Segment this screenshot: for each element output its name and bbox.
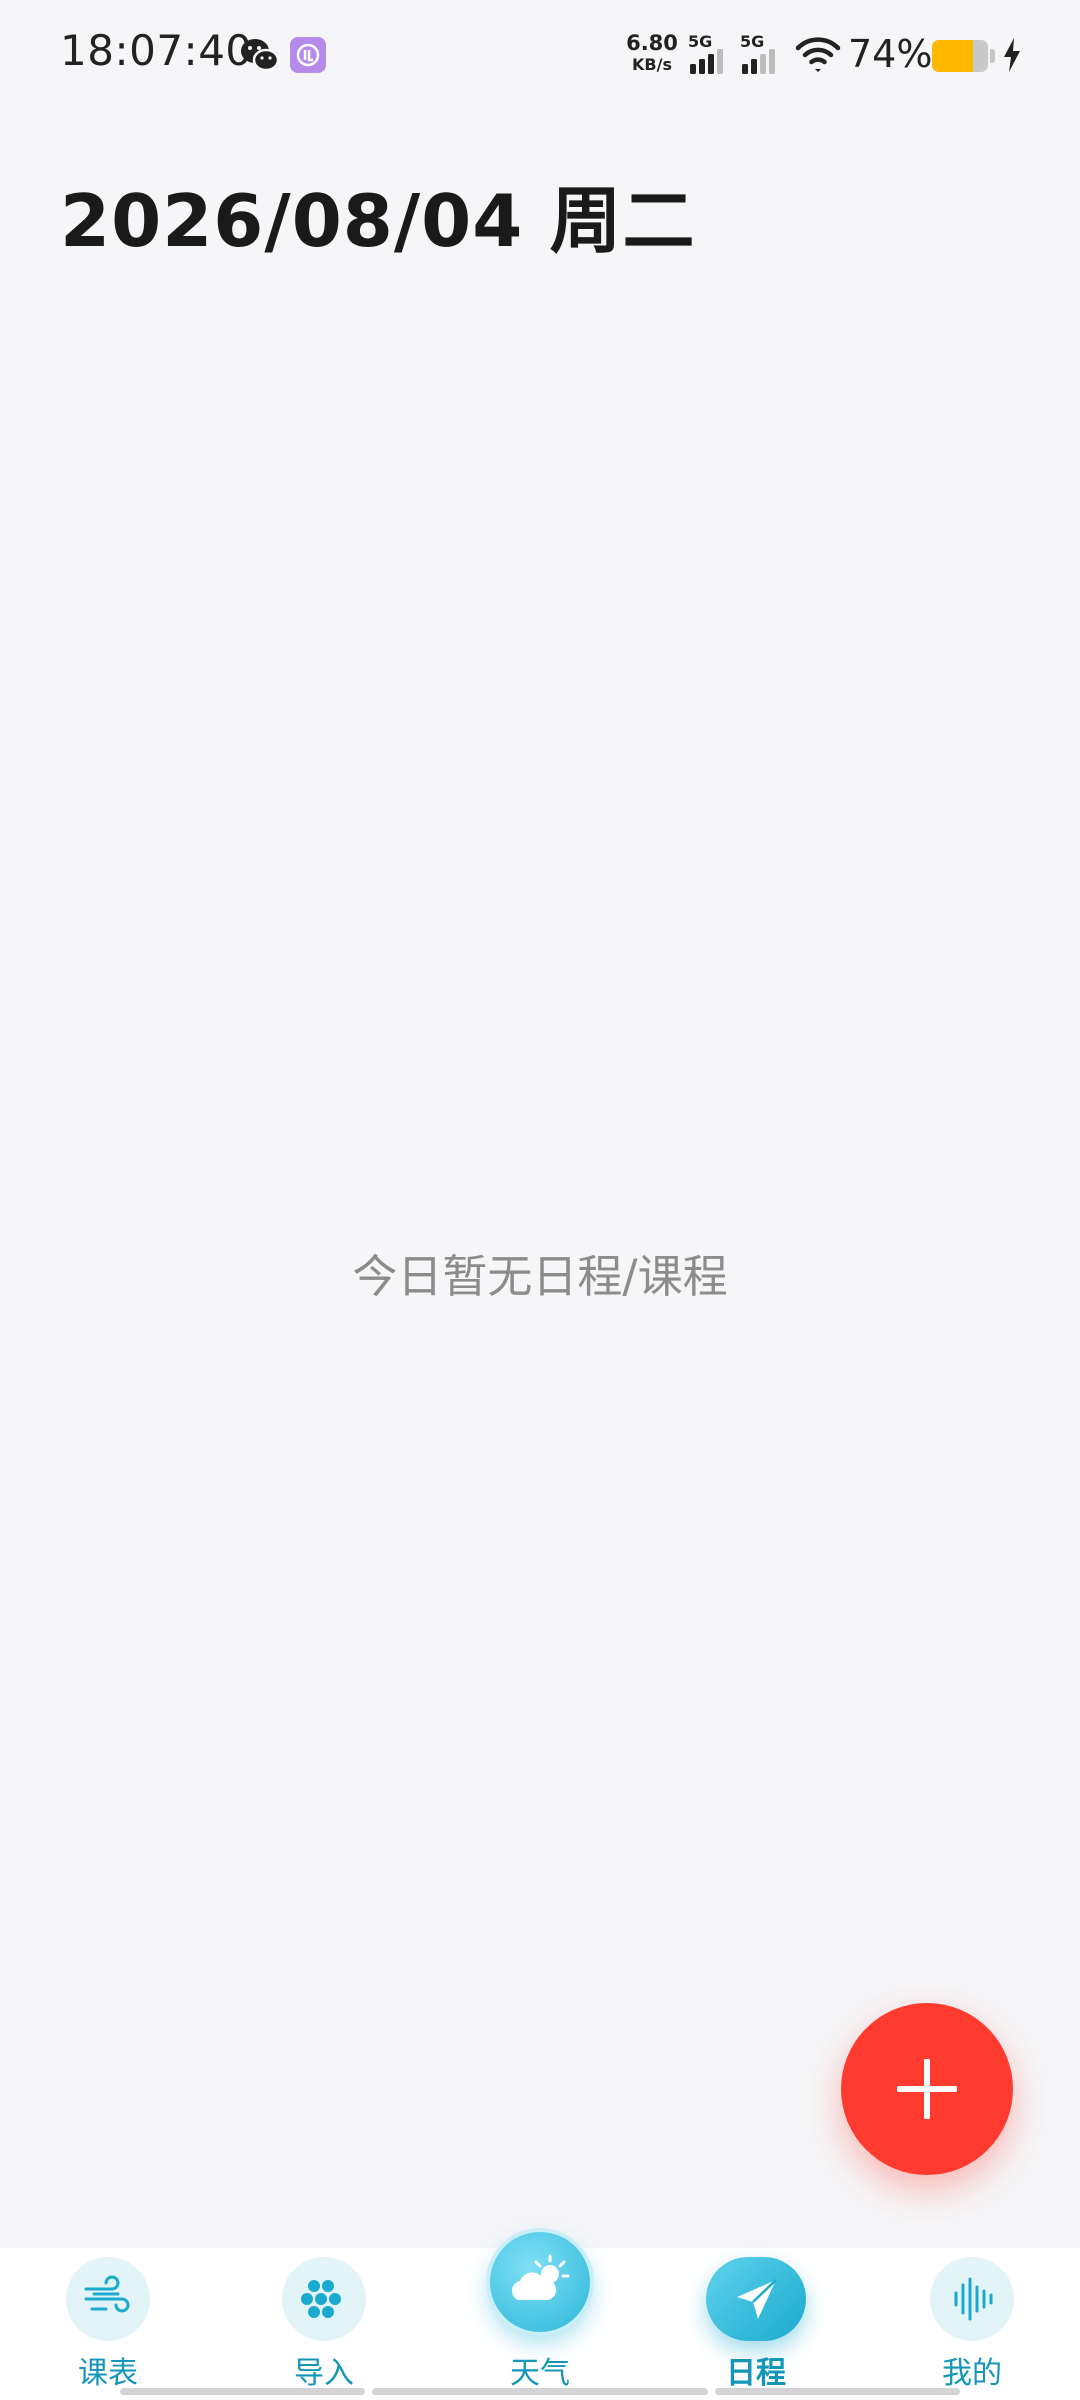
nav-item-profile[interactable]: 我的 [892,2248,1052,2400]
empty-schedule-message: 今日暂无日程/课程 [352,1250,728,1303]
nav-label: 课表 [78,2356,138,2391]
wifi-icon [795,36,841,78]
battery-icon [932,40,996,72]
wechat-icon [240,36,280,74]
battery-tip [990,49,995,63]
battery-fill [932,40,974,72]
battery-percent: 74% [848,32,933,76]
add-schedule-button[interactable] [841,2003,1013,2175]
paper-plane-icon [706,2257,806,2341]
wind-icon [66,2257,150,2341]
sound-wave-icon [930,2257,1014,2341]
nav-label: 日程 [726,2356,786,2391]
nav-item-weather[interactable]: 天气 [460,2232,620,2400]
signal-icon: 5G [740,32,786,76]
signal-icon: 5G [688,32,734,76]
nav-item-schedule[interactable]: 日程 [676,2248,836,2400]
network-speed-value: 6.80 [626,31,678,55]
network-speed: 6.80 KB/s [624,32,680,76]
nav-indicator [372,2388,708,2395]
nav-item-timetable[interactable]: 课表 [28,2248,188,2400]
battery-body [932,40,988,72]
weather-icon [490,2232,590,2332]
charging-icon [1003,38,1021,76]
page-title: 2026/08/04 周二 [60,179,696,263]
bottom-nav: 课表 导入 天气 日程 我的 [0,2232,1080,2400]
nav-item-import[interactable]: 导入 [244,2248,404,2400]
nav-indicator [120,2388,365,2395]
status-time: 18:07:40 [60,26,253,75]
status-bar: 18:07:40 6.80 KB/s 5G 5G 74% [0,0,1080,112]
nav-label: 天气 [510,2356,570,2391]
dots-grid-icon [282,2257,366,2341]
nav-label: 导入 [294,2356,354,2391]
app-notification-icon [290,37,326,73]
nav-indicator [715,2388,960,2395]
plus-icon [897,2059,957,2119]
network-speed-unit: KB/s [632,55,672,74]
nav-label: 我的 [942,2356,1002,2391]
